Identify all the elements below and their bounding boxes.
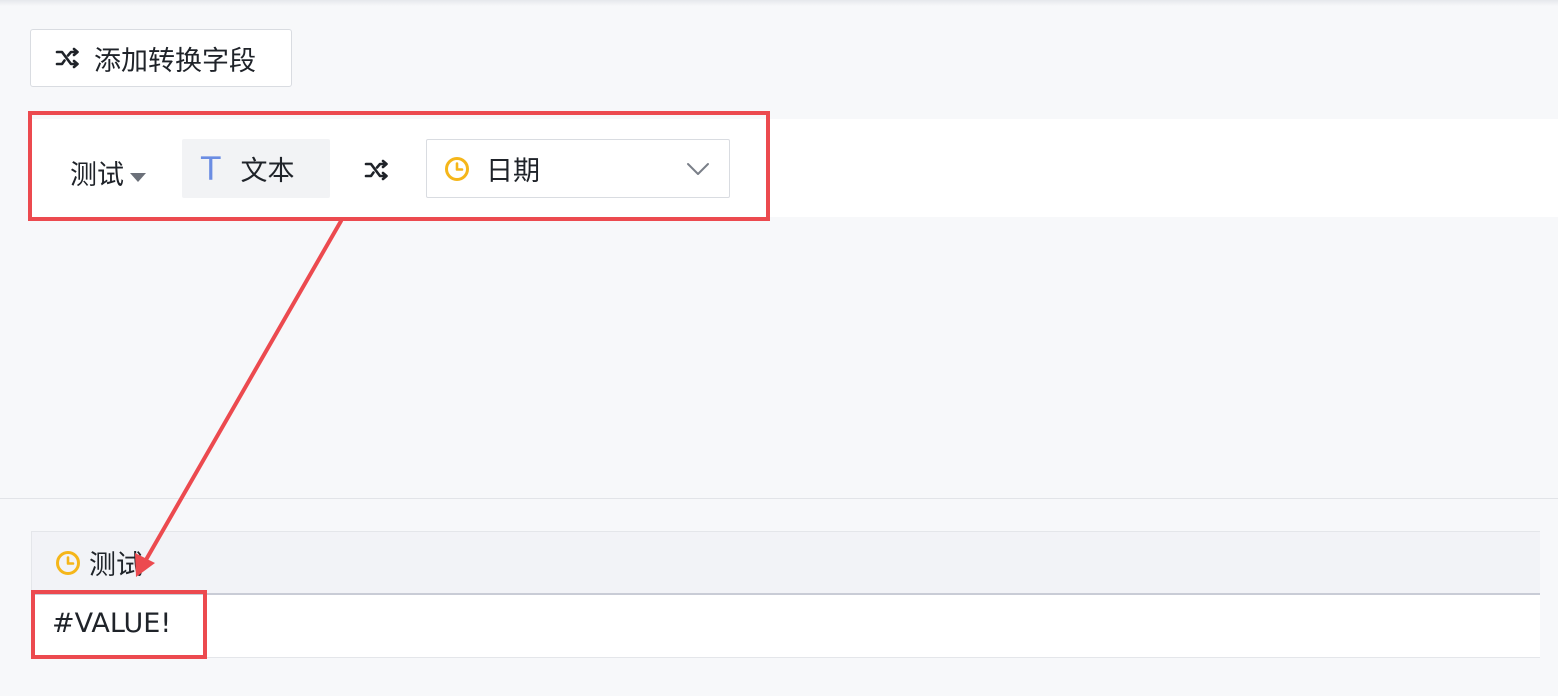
source-field-name: 测试 — [70, 159, 124, 191]
clock-icon — [445, 156, 469, 181]
source-type-label: 文本 — [240, 156, 295, 187]
add-conversion-field-button[interactable]: 添加转换字段 — [30, 29, 292, 87]
preview-column-label: 测试 — [89, 550, 143, 581]
preview-cell-value: #VALUE! — [52, 608, 172, 639]
source-field-select[interactable]: 测试 — [70, 150, 146, 194]
target-type-select[interactable]: 日期 — [426, 139, 730, 198]
add-conversion-field-label: 添加转换字段 — [94, 45, 256, 77]
chevron-down-icon — [687, 163, 709, 175]
shuffle-icon — [54, 44, 82, 72]
source-type-chip: T 文本 — [182, 139, 330, 198]
target-type-value: 日期 — [486, 156, 540, 187]
caret-down-icon — [130, 172, 146, 182]
section-divider — [0, 498, 1558, 499]
preview-table: 测试 #VALUE! — [31, 531, 1540, 658]
shuffle-icon — [363, 156, 391, 184]
text-type-icon: T — [201, 149, 221, 188]
clock-icon — [56, 550, 80, 575]
top-shadow — [0, 0, 1558, 6]
preview-column-header: 测试 — [32, 532, 1540, 595]
